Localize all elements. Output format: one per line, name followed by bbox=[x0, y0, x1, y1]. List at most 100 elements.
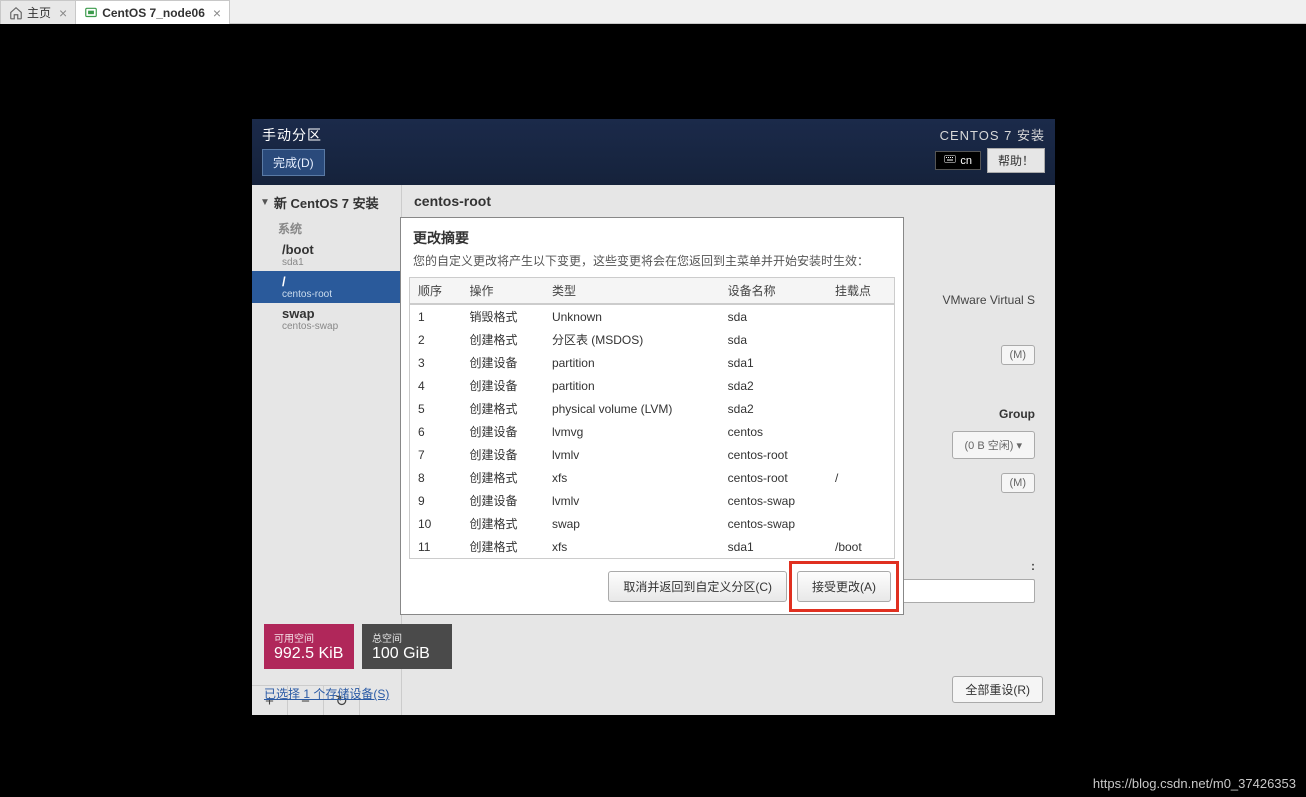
cell-device: sda bbox=[720, 304, 827, 328]
reset-all-button[interactable]: 全部重设(R) bbox=[952, 676, 1043, 703]
tab-vm[interactable]: CentOS 7_node06 × bbox=[75, 0, 230, 24]
table-row[interactable]: 3创建设备partitionsda1 bbox=[410, 351, 894, 374]
help-button[interactable]: 帮助！ bbox=[987, 148, 1045, 173]
cancel-button[interactable]: 取消并返回到自定义分区(C) bbox=[608, 571, 787, 602]
cell-order: 8 bbox=[410, 466, 462, 489]
cell-type: xfs bbox=[544, 535, 720, 558]
cell-mount bbox=[827, 397, 894, 420]
col-order: 顺序 bbox=[410, 278, 462, 304]
system-subheader: 系统 bbox=[252, 218, 401, 239]
table-row[interactable]: 7创建设备lvmlvcentos-root bbox=[410, 443, 894, 466]
table-row[interactable]: 11创建格式xfssda1/boot bbox=[410, 535, 894, 558]
keyboard-indicator[interactable]: cn bbox=[935, 151, 981, 170]
col-type: 类型 bbox=[544, 278, 720, 304]
cell-order: 4 bbox=[410, 374, 462, 397]
storage-devices-link[interactable]: 已选择 1 个存储设备(S) bbox=[264, 685, 389, 702]
cell-mount bbox=[827, 420, 894, 443]
cell-order: 3 bbox=[410, 351, 462, 374]
cell-order: 10 bbox=[410, 512, 462, 535]
cell-mount bbox=[827, 374, 894, 397]
partition-item-swap[interactable]: swap centos-swap bbox=[252, 303, 401, 335]
cell-type: lvmvg bbox=[544, 420, 720, 443]
cell-mount bbox=[827, 304, 894, 328]
total-space-value: 100 GiB bbox=[372, 645, 442, 663]
cell-type: swap bbox=[544, 512, 720, 535]
tab-vm-label: CentOS 7_node06 bbox=[102, 6, 205, 20]
vg-modify-button[interactable]: (M) bbox=[1001, 473, 1036, 493]
cell-device: centos-swap bbox=[720, 512, 827, 535]
table-row[interactable]: 8创建格式xfscentos-root/ bbox=[410, 466, 894, 489]
table-row[interactable]: 5创建格式physical volume (LVM)sda2 bbox=[410, 397, 894, 420]
modify-button[interactable]: (M) bbox=[1001, 345, 1036, 365]
close-icon[interactable]: × bbox=[209, 5, 221, 21]
tab-home[interactable]: 主页 × bbox=[0, 0, 76, 24]
accept-changes-button[interactable]: 接受更改(A) bbox=[797, 571, 891, 602]
cell-device: sda2 bbox=[720, 374, 827, 397]
col-action: 操作 bbox=[462, 278, 544, 304]
col-mount: 挂载点 bbox=[827, 278, 894, 304]
cell-action: 创建格式 bbox=[462, 466, 544, 489]
cell-device: centos-root bbox=[720, 466, 827, 489]
product-name: CENTOS 7 安装 bbox=[940, 125, 1045, 144]
cell-mount bbox=[827, 443, 894, 466]
cell-action: 创建设备 bbox=[462, 374, 544, 397]
footer: 可用空间 992.5 KiB 总空间 100 GiB 已选择 1 个存储设备(S… bbox=[264, 624, 1043, 703]
detail-title: centos-root bbox=[414, 193, 1043, 209]
installer-topbar: 手动分区 完成(D) CENTOS 7 安装 cn 帮助！ bbox=[252, 119, 1055, 185]
table-row[interactable]: 9创建设备lvmlvcentos-swap bbox=[410, 489, 894, 512]
partition-item-boot[interactable]: /boot sda1 bbox=[252, 239, 401, 271]
tab-bar: 主页 × CentOS 7_node06 × bbox=[0, 0, 1306, 24]
cell-action: 创建设备 bbox=[462, 443, 544, 466]
section-title: 新 CentOS 7 安装 bbox=[274, 193, 379, 212]
vg-label: Group bbox=[999, 407, 1035, 421]
partition-section-header[interactable]: ▼ 新 CentOS 7 安装 bbox=[252, 187, 401, 218]
cell-mount bbox=[827, 351, 894, 374]
cell-type: partition bbox=[544, 351, 720, 374]
cell-mount bbox=[827, 328, 894, 351]
change-table: 顺序 操作 类型 设备名称 挂载点 1销毁格式Unknownsda2创建格式分区… bbox=[409, 277, 895, 559]
page-title: 手动分区 bbox=[262, 125, 325, 145]
cell-device: centos-root bbox=[720, 443, 827, 466]
table-row[interactable]: 4创建设备partitionsda2 bbox=[410, 374, 894, 397]
cell-action: 创建格式 bbox=[462, 512, 544, 535]
cell-type: 分区表 (MSDOS) bbox=[544, 328, 720, 351]
done-button[interactable]: 完成(D) bbox=[262, 149, 325, 176]
col-device: 设备名称 bbox=[720, 278, 827, 304]
free-space-value: 992.5 KiB bbox=[274, 645, 344, 663]
cell-device: sda1 bbox=[720, 351, 827, 374]
table-row[interactable]: 10创建格式swapcentos-swap bbox=[410, 512, 894, 535]
vm-icon bbox=[84, 6, 98, 20]
table-row[interactable]: 1销毁格式Unknownsda bbox=[410, 304, 894, 328]
table-row[interactable]: 2创建格式分区表 (MSDOS)sda bbox=[410, 328, 894, 351]
keyboard-icon bbox=[944, 154, 956, 167]
cell-order: 7 bbox=[410, 443, 462, 466]
home-icon bbox=[9, 6, 23, 20]
total-space-label: 总空间 bbox=[372, 630, 442, 645]
watermark: https://blog.csdn.net/m0_37426353 bbox=[1093, 776, 1296, 791]
colon-label: : bbox=[1031, 559, 1035, 573]
cell-action: 创建设备 bbox=[462, 351, 544, 374]
installer-window: 手动分区 完成(D) CENTOS 7 安装 cn 帮助！ ▼ 新 CentOS… bbox=[252, 119, 1055, 715]
cell-type: xfs bbox=[544, 466, 720, 489]
vg-select[interactable]: (0 B 空闲) ▾ bbox=[952, 431, 1035, 459]
cell-order: 9 bbox=[410, 489, 462, 512]
cell-device: sda2 bbox=[720, 397, 827, 420]
cell-action: 创建格式 bbox=[462, 397, 544, 420]
partition-item-root[interactable]: / centos-root bbox=[252, 271, 401, 303]
cell-order: 2 bbox=[410, 328, 462, 351]
cell-order: 5 bbox=[410, 397, 462, 420]
dialog-subtitle: 您的自定义更改将产生以下变更，这些变更将会在您返回到主菜单并开始安装时生效： bbox=[401, 252, 903, 277]
cell-device: centos bbox=[720, 420, 827, 443]
cell-mount bbox=[827, 489, 894, 512]
text-field[interactable] bbox=[895, 579, 1035, 603]
close-icon[interactable]: × bbox=[55, 5, 67, 21]
cell-device: sda bbox=[720, 328, 827, 351]
total-space-card: 总空间 100 GiB bbox=[362, 624, 452, 669]
keyboard-layout: cn bbox=[960, 155, 972, 167]
cell-device: sda1 bbox=[720, 535, 827, 558]
cell-mount: / bbox=[827, 466, 894, 489]
cell-action: 创建格式 bbox=[462, 328, 544, 351]
cell-type: physical volume (LVM) bbox=[544, 397, 720, 420]
table-row[interactable]: 6创建设备lvmvgcentos bbox=[410, 420, 894, 443]
cell-action: 创建格式 bbox=[462, 535, 544, 558]
